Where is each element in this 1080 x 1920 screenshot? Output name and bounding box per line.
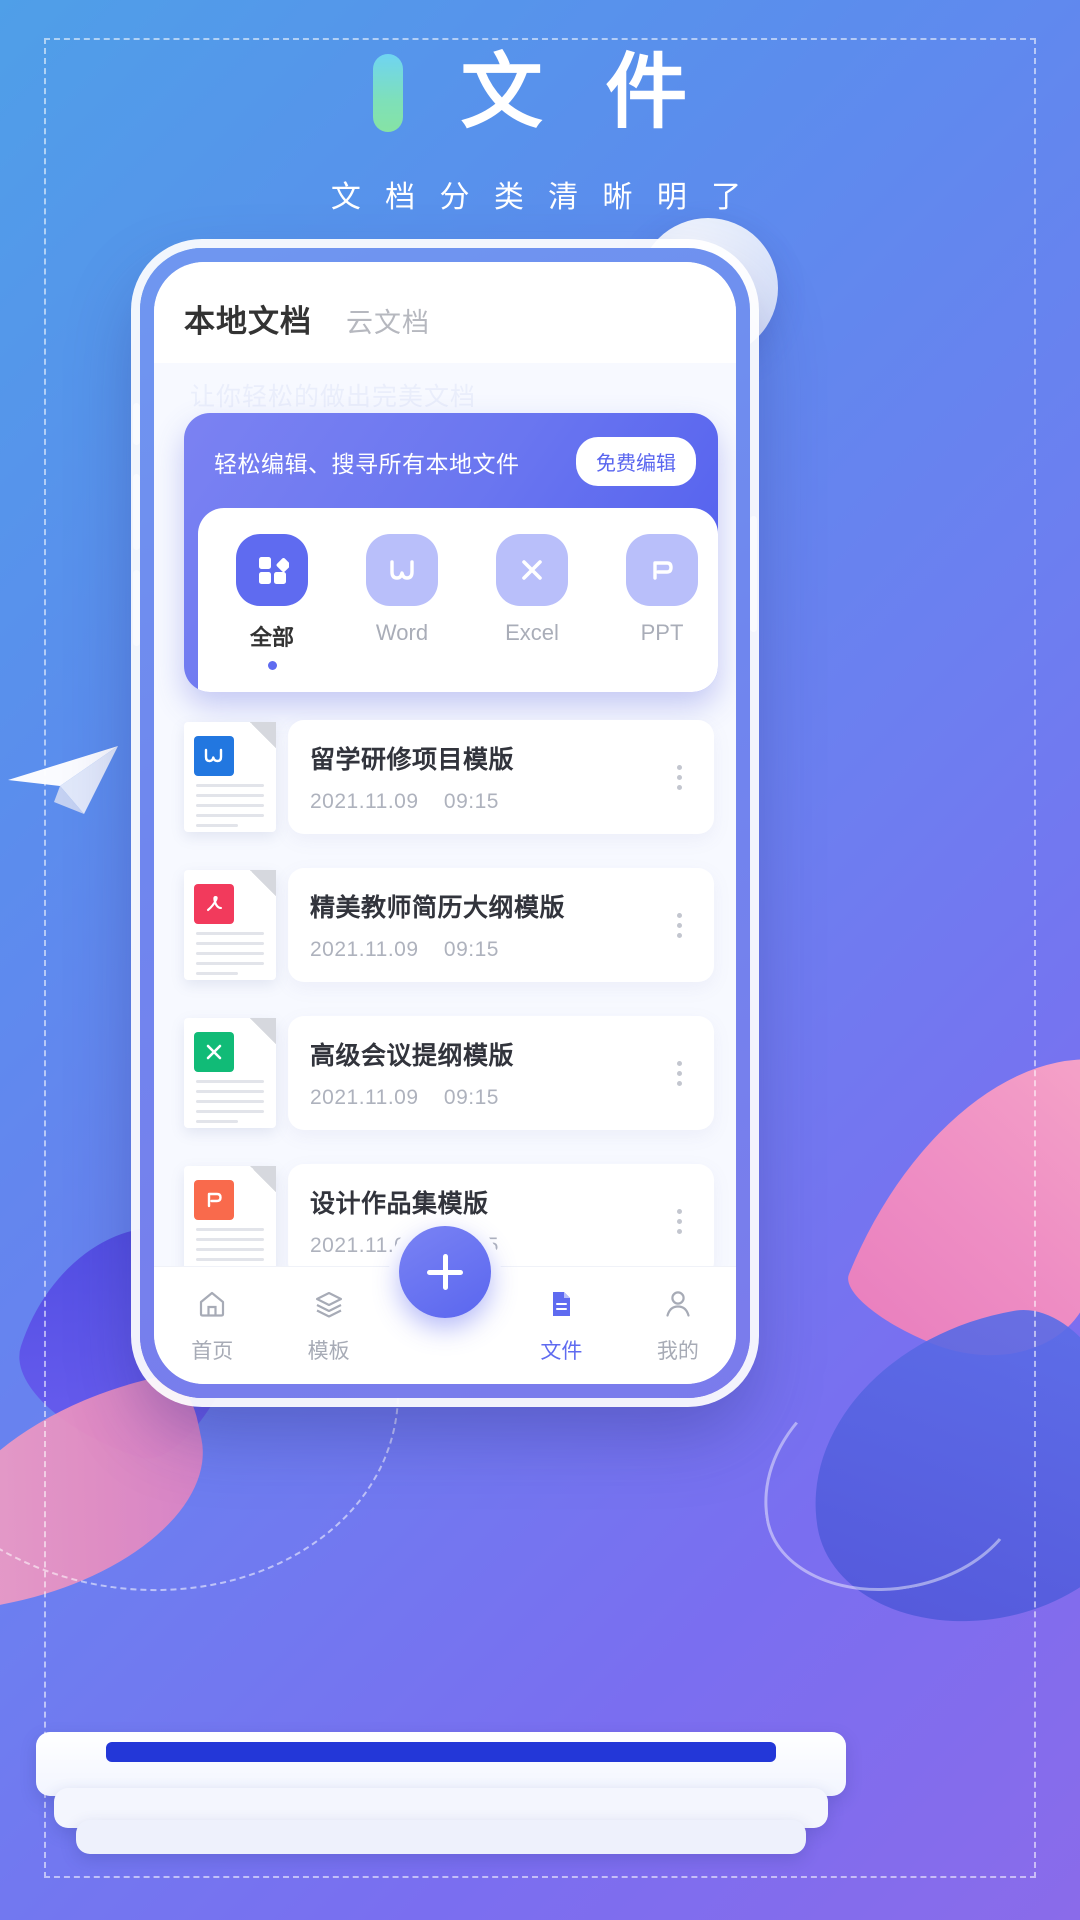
phone-button-volume-up xyxy=(133,474,140,550)
excel-file-icon xyxy=(194,1032,234,1072)
file-more-icon[interactable] xyxy=(667,1203,692,1240)
file-time: 09:15 xyxy=(443,938,499,961)
nav-label: 模板 xyxy=(307,1340,350,1363)
tab-cloud-documents[interactable]: 云文档 xyxy=(346,301,430,340)
file-meta: 2021.11.09 09:15 xyxy=(310,1086,514,1110)
file-time: 09:15 xyxy=(443,1086,499,1109)
file-card[interactable]: 留学研修项目模版 2021.11.09 09:15 xyxy=(288,720,714,834)
hero-subtitle: 文 档 分 类 清 晰 明 了 xyxy=(330,181,750,214)
category-item-excel[interactable]: Excel xyxy=(484,534,580,670)
word-file-icon xyxy=(194,736,234,776)
file-card[interactable]: 精美教师简历大纲模版 2021.11.09 09:15 xyxy=(288,868,714,982)
person-icon xyxy=(660,1286,696,1327)
nav-item-home[interactable]: 首页 xyxy=(154,1286,270,1365)
ppt-icon xyxy=(626,534,698,606)
layers-icon xyxy=(311,1286,347,1327)
category-active-indicator xyxy=(267,661,277,670)
tab-local-documents[interactable]: 本地文档 xyxy=(184,296,312,341)
file-date: 2021.11.09 xyxy=(310,938,419,961)
document-lines xyxy=(196,784,264,834)
phone-button-silent xyxy=(133,403,140,445)
page-title: 文 件 xyxy=(460,47,708,138)
add-file-button[interactable] xyxy=(399,1226,491,1318)
file-list: 留学研修项目模版 2021.11.09 09:15 精美教师简历大纲模版 202… xyxy=(154,703,736,1295)
nav-label: 我的 xyxy=(656,1340,699,1363)
file-name: 高级会议提纲模版 xyxy=(310,1042,515,1070)
document-thumbnail xyxy=(184,870,276,980)
grid-icon xyxy=(236,534,308,606)
file-icon xyxy=(543,1286,579,1327)
document-thumbnail xyxy=(184,1166,276,1276)
page-fold-icon xyxy=(250,722,276,748)
nav-item-files[interactable]: 文件 xyxy=(503,1286,619,1365)
document-thumbnail xyxy=(184,722,276,832)
home-icon xyxy=(194,1286,230,1327)
file-more-icon[interactable] xyxy=(667,907,692,944)
document-lines xyxy=(196,1080,264,1130)
category-label: Word xyxy=(375,620,429,645)
promo-card: 轻松编辑、搜寻所有本地文件 免费编辑 全部 Word Excel PPT xyxy=(184,413,718,692)
file-time: 09:15 xyxy=(443,790,499,813)
page-fold-icon xyxy=(250,1018,276,1044)
document-thumbnail xyxy=(184,1018,276,1128)
file-list-item[interactable]: 精美教师简历大纲模版 2021.11.09 09:15 xyxy=(168,851,714,999)
file-more-icon[interactable] xyxy=(667,759,692,796)
category-item-ppt[interactable]: PPT xyxy=(614,534,710,670)
nav-item-mine[interactable]: 我的 xyxy=(620,1286,736,1365)
file-name: 精美教师简历大纲模版 xyxy=(310,894,566,922)
nav-item-template[interactable]: 模板 xyxy=(270,1286,386,1365)
word-icon xyxy=(366,534,438,606)
phone-mockup: 本地文档 云文档 让你轻松的做出完美文档 轻松编辑、搜寻所有本地文件 免费编辑 xyxy=(133,248,757,1398)
device-base xyxy=(36,1732,846,1862)
hero-section: 文 件 文 档 分 类 清 晰 明 了 xyxy=(0,52,1080,216)
pdf-file-icon xyxy=(194,884,234,924)
file-card[interactable]: 设计作品集模版 2021.11.09 09:15 xyxy=(288,1164,714,1278)
file-meta: 2021.11.09 09:15 xyxy=(310,938,565,962)
category-label: PPT xyxy=(640,620,684,645)
file-name: 设计作品集模版 xyxy=(310,1190,489,1218)
excel-icon xyxy=(496,534,568,606)
category-item-all[interactable]: 全部 xyxy=(224,534,320,670)
phone-button-power xyxy=(750,516,757,632)
screen-content: 让你轻松的做出完美文档 轻松编辑、搜寻所有本地文件 免费编辑 全部 Word E… xyxy=(154,363,736,1384)
file-list-item[interactable]: 留学研修项目模版 2021.11.09 09:15 xyxy=(168,703,714,851)
free-edit-button[interactable]: 免费编辑 xyxy=(576,437,696,486)
file-more-icon[interactable] xyxy=(667,1055,692,1092)
file-card[interactable]: 高级会议提纲模版 2021.11.09 09:15 xyxy=(288,1016,714,1130)
hero-accent-bar xyxy=(372,54,403,132)
file-date: 2021.11.09 xyxy=(310,790,419,813)
category-tray: 全部 Word Excel PPT xyxy=(198,508,718,692)
promo-text: 轻松编辑、搜寻所有本地文件 xyxy=(214,450,520,477)
category-label: 全部 xyxy=(249,625,294,650)
tab-bar: 本地文档 云文档 xyxy=(154,262,736,363)
file-name: 留学研修项目模版 xyxy=(310,746,515,774)
category-label: Excel xyxy=(505,620,559,645)
base-accent-bar xyxy=(106,1742,776,1762)
phone-button-volume-down xyxy=(133,570,140,646)
phone-screen: 本地文档 云文档 让你轻松的做出完美文档 轻松编辑、搜寻所有本地文件 免费编辑 xyxy=(154,262,736,1384)
page-fold-icon xyxy=(250,870,276,896)
file-date: 2021.11.09 xyxy=(310,1086,419,1109)
file-meta: 2021.11.09 09:15 xyxy=(310,790,514,814)
page-fold-icon xyxy=(250,1166,276,1192)
category-item-word[interactable]: Word xyxy=(354,534,450,670)
ppt-file-icon xyxy=(194,1180,234,1220)
file-list-item[interactable]: 高级会议提纲模版 2021.11.09 09:15 xyxy=(168,999,714,1147)
ghost-background-text: 让你轻松的做出完美文档 xyxy=(190,383,477,411)
document-lines xyxy=(196,932,264,982)
nav-label: 首页 xyxy=(191,1340,234,1363)
nav-label: 文件 xyxy=(540,1340,583,1363)
